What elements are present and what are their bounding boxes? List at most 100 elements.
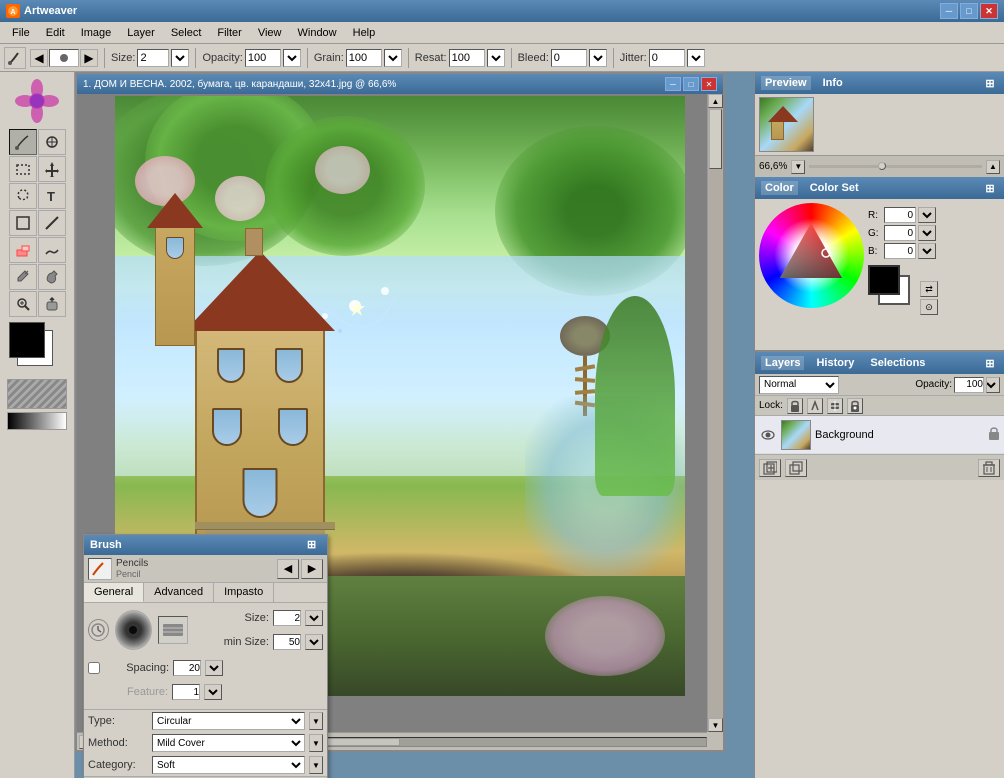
lock-paint-btn[interactable] bbox=[807, 398, 823, 414]
category-dropdown-arrow[interactable]: ▼ bbox=[309, 756, 323, 774]
bleed-select[interactable] bbox=[589, 49, 607, 67]
grain-input[interactable] bbox=[346, 49, 382, 67]
shape-tool[interactable] bbox=[9, 210, 37, 236]
color-tab[interactable]: Color bbox=[761, 181, 798, 195]
history-tab[interactable]: History bbox=[812, 356, 858, 370]
smear-tool[interactable] bbox=[38, 237, 66, 263]
menu-edit[interactable]: Edit bbox=[38, 25, 73, 41]
new-layer-btn[interactable] bbox=[759, 459, 781, 477]
resat-input[interactable] bbox=[449, 49, 485, 67]
opacity-field[interactable] bbox=[954, 377, 984, 393]
eyedropper-tool[interactable] bbox=[9, 264, 37, 290]
brush-panel-menu[interactable]: ⊞ bbox=[307, 538, 321, 552]
brush-tab-general[interactable]: General bbox=[84, 583, 144, 602]
jitter-input[interactable] bbox=[649, 49, 685, 67]
doc-close-btn[interactable]: ✕ bbox=[701, 77, 717, 91]
bleed-input[interactable] bbox=[551, 49, 587, 67]
zoom-thumb[interactable] bbox=[878, 162, 886, 170]
menu-image[interactable]: Image bbox=[73, 25, 120, 41]
color-wheel-container[interactable] bbox=[759, 203, 864, 308]
menu-view[interactable]: View bbox=[250, 25, 290, 41]
brush-tab-impasto[interactable]: Impasto bbox=[214, 583, 274, 602]
preview-panel-menu[interactable]: ⊞ bbox=[982, 75, 998, 91]
preview-tab[interactable]: Preview bbox=[761, 76, 811, 90]
size-select[interactable] bbox=[171, 49, 189, 67]
fg-swatch[interactable] bbox=[868, 265, 900, 295]
move-tool[interactable] bbox=[38, 156, 66, 182]
menu-filter[interactable]: Filter bbox=[209, 25, 249, 41]
color-set-tab[interactable]: Color Set bbox=[806, 181, 863, 195]
color-panel-menu[interactable]: ⊞ bbox=[982, 180, 998, 196]
menu-window[interactable]: Window bbox=[290, 25, 345, 41]
delete-layer-btn[interactable] bbox=[978, 459, 1000, 477]
lasso-tool[interactable] bbox=[9, 183, 37, 209]
brush-tab-advanced[interactable]: Advanced bbox=[144, 583, 214, 602]
layer-visibility-toggle[interactable] bbox=[759, 426, 777, 444]
layers-tab[interactable]: Layers bbox=[761, 356, 804, 370]
clone-tool[interactable] bbox=[38, 129, 66, 155]
scroll-up-arrow[interactable]: ▲ bbox=[708, 94, 723, 108]
layer-background[interactable]: Background bbox=[755, 416, 1004, 454]
texture-swatch[interactable] bbox=[7, 379, 67, 409]
foreground-color-swatch[interactable] bbox=[9, 322, 45, 358]
spacing-field[interactable] bbox=[173, 660, 201, 676]
opacity-input[interactable] bbox=[245, 49, 281, 67]
doc-minimize-btn[interactable]: ─ bbox=[665, 77, 681, 91]
gradient-swatch[interactable] bbox=[7, 412, 67, 430]
size-dropdown[interactable] bbox=[305, 610, 323, 626]
b-input[interactable] bbox=[884, 243, 916, 259]
lock-transparency-btn[interactable] bbox=[787, 398, 803, 414]
close-button[interactable]: ✕ bbox=[980, 3, 998, 19]
brush-variant-next[interactable]: ▶ bbox=[80, 49, 98, 67]
jitter-select[interactable] bbox=[687, 49, 705, 67]
g-input[interactable] bbox=[884, 225, 916, 241]
pan-tool[interactable] bbox=[38, 291, 66, 317]
doc-restore-btn[interactable]: □ bbox=[683, 77, 699, 91]
layers-panel-menu[interactable]: ⊞ bbox=[982, 355, 998, 371]
brush-variant-prev[interactable]: ◀ bbox=[30, 49, 48, 67]
scroll-down-arrow[interactable]: ▼ bbox=[708, 718, 723, 732]
opacity-select[interactable] bbox=[283, 49, 301, 67]
menu-file[interactable]: File bbox=[4, 25, 38, 41]
method-select[interactable]: Mild Cover bbox=[152, 734, 305, 752]
color-wheel[interactable] bbox=[759, 203, 864, 308]
lock-all-btn[interactable] bbox=[847, 398, 863, 414]
size-input[interactable] bbox=[137, 49, 169, 67]
opacity-dropdown[interactable] bbox=[986, 377, 1000, 393]
selections-tab[interactable]: Selections bbox=[866, 356, 929, 370]
spacing-checkbox[interactable] bbox=[88, 662, 100, 674]
g-select[interactable] bbox=[918, 225, 936, 241]
min-size-field[interactable] bbox=[273, 634, 301, 650]
menu-help[interactable]: Help bbox=[345, 25, 384, 41]
method-dropdown-arrow[interactable]: ▼ bbox=[309, 734, 323, 752]
maximize-button[interactable]: □ bbox=[960, 3, 978, 19]
line-tool[interactable] bbox=[38, 210, 66, 236]
zoom-tool[interactable] bbox=[9, 291, 37, 317]
type-dropdown-arrow[interactable]: ▼ bbox=[309, 712, 323, 730]
duplicate-layer-btn[interactable] bbox=[785, 459, 807, 477]
selection-rect-tool[interactable] bbox=[9, 156, 37, 182]
text-tool[interactable]: T bbox=[38, 183, 66, 209]
category-select[interactable]: Soft bbox=[152, 756, 305, 774]
menu-layer[interactable]: Layer bbox=[119, 25, 163, 41]
feature-field[interactable] bbox=[172, 684, 200, 700]
r-input[interactable] bbox=[884, 207, 916, 223]
spacing-dropdown[interactable] bbox=[205, 660, 223, 676]
brush-next-btn[interactable]: ▶ bbox=[301, 559, 323, 579]
feature-dropdown[interactable] bbox=[204, 684, 222, 700]
swap-colors-btn[interactable]: ⇄ bbox=[920, 281, 938, 297]
min-size-dropdown[interactable] bbox=[305, 634, 323, 650]
info-tab[interactable]: Info bbox=[819, 76, 847, 90]
brush-shape-select[interactable] bbox=[158, 616, 188, 644]
size-field[interactable] bbox=[273, 610, 301, 626]
scroll-thumb-right[interactable] bbox=[709, 109, 722, 169]
bucket-fill-tool[interactable] bbox=[38, 264, 66, 290]
minimize-button[interactable]: ─ bbox=[940, 3, 958, 19]
b-select[interactable] bbox=[918, 243, 936, 259]
r-select[interactable] bbox=[918, 207, 936, 223]
brush-tool-icon[interactable] bbox=[4, 47, 26, 69]
paint-brush-tool[interactable] bbox=[9, 129, 37, 155]
zoom-dropdown-btn[interactable]: ▼ bbox=[791, 160, 805, 174]
type-select[interactable]: Circular bbox=[152, 712, 305, 730]
eraser-tool[interactable] bbox=[9, 237, 37, 263]
